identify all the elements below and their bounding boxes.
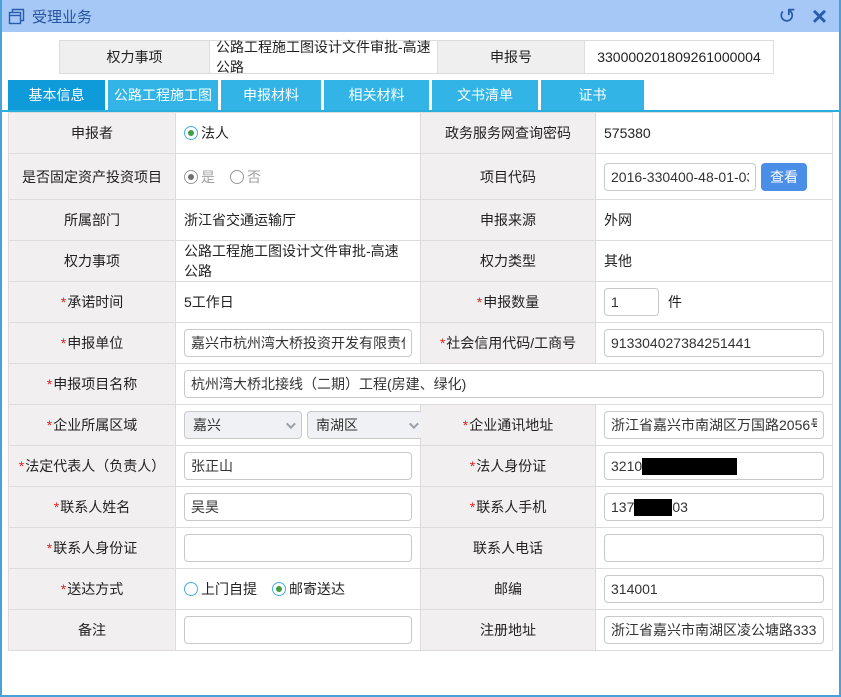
- radio-fixed-asset-no: [230, 170, 244, 184]
- promise-time-label: *承诺时间: [9, 282, 176, 323]
- radio-fixed-asset-yes-label: 是: [201, 167, 215, 187]
- radio-pickup-label: 上门自提: [201, 579, 257, 599]
- header-strip: 权力事项 公路工程施工图设计文件审批-高速公路 申报号 330000201809…: [59, 40, 774, 74]
- project-code-input[interactable]: [604, 163, 756, 191]
- contact-mobile-label: *联系人手机: [421, 487, 596, 528]
- quantity-input[interactable]: [604, 288, 659, 316]
- contact-name-label: *联系人姓名: [9, 487, 176, 528]
- contact-phone-label: 联系人电话: [421, 528, 596, 569]
- legal-id-input[interactable]: 3210: [604, 452, 824, 480]
- tab-application-materials[interactable]: 申报材料: [221, 80, 321, 110]
- remark-input[interactable]: [184, 616, 412, 644]
- legal-id-label: *法人身份证: [421, 446, 596, 487]
- radio-fixed-asset-yes: [184, 170, 198, 184]
- redaction-bar: [642, 458, 737, 475]
- department-value: 浙江省交通运输厅: [184, 210, 296, 230]
- contact-phone-input[interactable]: [604, 534, 824, 562]
- window-title: 受理业务: [32, 6, 92, 27]
- applicant-value: 法人: [176, 113, 421, 154]
- region-city-value: 嘉兴: [193, 415, 221, 435]
- reg-address-label: 注册地址: [421, 610, 596, 651]
- legal-rep-label: *法定代表人（负责人）: [9, 446, 176, 487]
- region-district-select[interactable]: 南湖区: [307, 411, 425, 439]
- radio-mail[interactable]: [272, 582, 286, 596]
- view-button[interactable]: 查看: [761, 163, 807, 191]
- credit-code-label: *社会信用代码/工商号: [421, 323, 596, 364]
- titlebar: 受理业务 ↺ ×: [0, 0, 841, 32]
- company-address-label: *企业通讯地址: [421, 405, 596, 446]
- fixed-asset-value: 是 否: [176, 154, 421, 200]
- query-password-label: 政务服务网查询密码: [421, 113, 596, 154]
- tab-related-materials[interactable]: 相关材料: [324, 80, 429, 110]
- apply-unit-label: *申报单位: [9, 323, 176, 364]
- tab-document-list[interactable]: 文书清单: [432, 80, 538, 110]
- radio-legal-person[interactable]: [184, 126, 198, 140]
- contact-id-input[interactable]: [184, 534, 412, 562]
- contact-id-label: *联系人身份证: [9, 528, 176, 569]
- window-form-icon: [8, 8, 25, 25]
- project-name-label: *申报项目名称: [9, 364, 176, 405]
- reg-address-input[interactable]: [604, 616, 824, 644]
- contact-name-input[interactable]: [184, 493, 412, 521]
- power-type-value: 其他: [604, 251, 632, 271]
- project-name-input[interactable]: [184, 370, 824, 398]
- project-code-label: 项目代码: [421, 154, 596, 200]
- radio-legal-person-label: 法人: [201, 123, 229, 143]
- legal-rep-input[interactable]: [184, 452, 412, 480]
- radio-pickup[interactable]: [184, 582, 198, 596]
- accept-business-window: 受理业务 ↺ × 权力事项 公路工程施工图设计文件审批-高速公路 申报号 330…: [0, 0, 841, 697]
- chevron-down-icon: [409, 419, 419, 429]
- promise-time-value: 5工作日: [184, 292, 234, 312]
- tab-highway-drawing[interactable]: 公路工程施工图: [108, 80, 218, 110]
- tab-certificate[interactable]: 证书: [541, 80, 644, 110]
- tab-basic-info[interactable]: 基本信息: [8, 80, 105, 110]
- refresh-icon[interactable]: ↺: [778, 6, 796, 27]
- fixed-asset-label: 是否固定资产投资项目: [9, 154, 176, 200]
- query-password-value: 575380: [604, 125, 651, 141]
- region-city-select[interactable]: 嘉兴: [184, 411, 302, 439]
- radio-mail-label: 邮寄送达: [289, 579, 345, 599]
- delivery-label: *送达方式: [9, 569, 176, 610]
- applicant-label: 申报者: [9, 113, 176, 154]
- quantity-label: *申报数量: [421, 282, 596, 323]
- company-address-input[interactable]: [604, 411, 824, 439]
- department-label: 所属部门: [9, 200, 176, 241]
- source-label: 申报来源: [421, 200, 596, 241]
- region-label: *企业所属区域: [9, 405, 176, 446]
- tabbar: 基本信息 公路工程施工图 申报材料 相关材料 文书清单 证书: [2, 80, 839, 112]
- apply-unit-input[interactable]: [184, 329, 412, 357]
- source-value: 外网: [604, 210, 632, 230]
- basic-info-form: 申报者 法人 政务服务网查询密码 575380 是否固定资产投资项目 是 否 项…: [8, 112, 833, 651]
- postcode-input[interactable]: [604, 575, 824, 603]
- header-power-item-label: 权力事项: [60, 41, 210, 73]
- power-type-label: 权力类型: [421, 241, 596, 282]
- credit-code-input[interactable]: [604, 329, 824, 357]
- header-application-no-label: 申报号: [438, 41, 585, 73]
- close-icon[interactable]: ×: [812, 3, 827, 29]
- radio-fixed-asset-no-label: 否: [247, 167, 261, 187]
- header-application-no-value: 330000201809261000004: [585, 41, 773, 73]
- power-item-label: 权力事项: [9, 241, 176, 282]
- redaction-bar: [634, 499, 672, 516]
- chevron-down-icon: [286, 419, 296, 429]
- region-district-value: 南湖区: [316, 415, 358, 435]
- quantity-unit: 件: [668, 292, 682, 312]
- postcode-label: 邮编: [421, 569, 596, 610]
- remark-label: 备注: [9, 610, 176, 651]
- power-item-value: 公路工程施工图设计文件审批-高速公路: [184, 241, 412, 281]
- contact-mobile-input[interactable]: 137 03: [604, 493, 824, 521]
- header-power-item-value: 公路工程施工图设计文件审批-高速公路: [210, 41, 438, 73]
